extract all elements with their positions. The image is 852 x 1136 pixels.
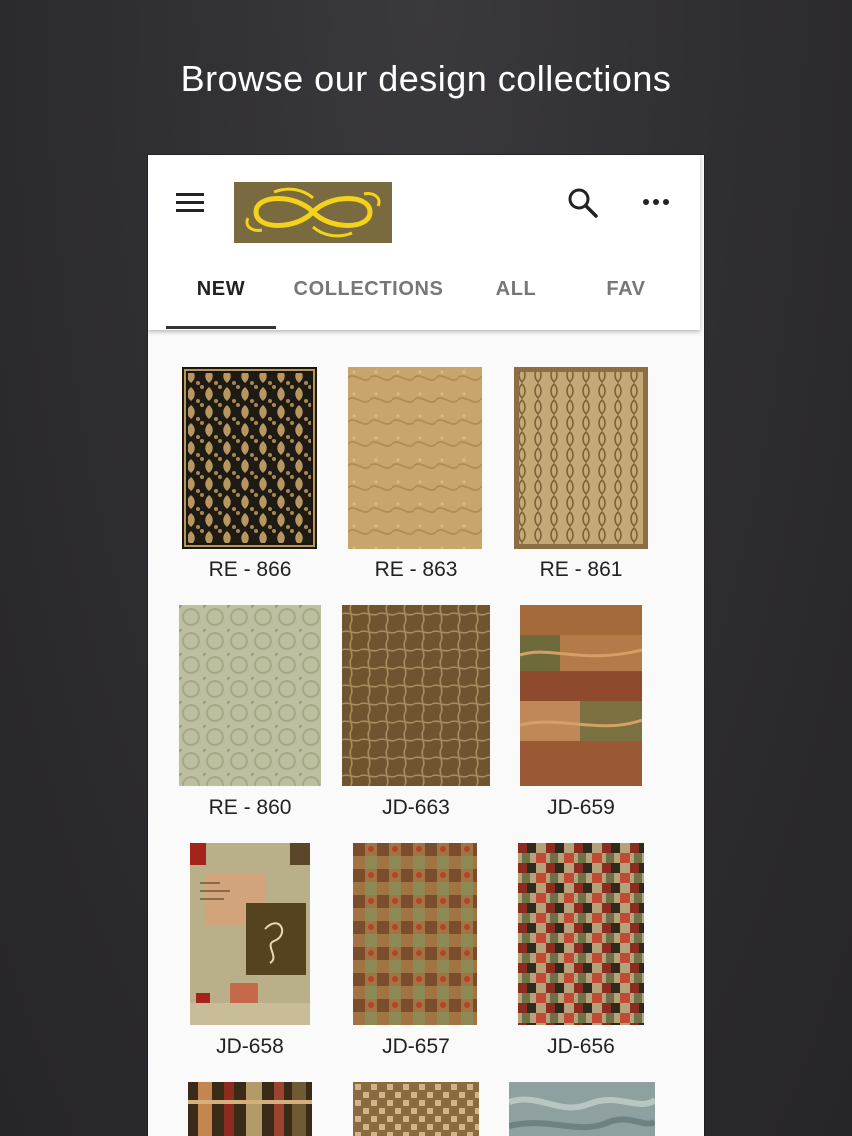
product-code: JD-663	[382, 796, 450, 819]
more-horizontal-icon[interactable]	[640, 186, 672, 218]
product-code: JD-658	[216, 1035, 284, 1058]
product-code: RE - 860	[208, 796, 292, 819]
app-bar: NEW COLLECTIONS ALL FAV	[148, 155, 700, 330]
rug-thumbnail[interactable]	[514, 367, 648, 549]
app-screen: NEW COLLECTIONS ALL FAV RE - 866 RE - 86…	[148, 155, 704, 1136]
rug-thumbnail[interactable]	[182, 367, 317, 549]
hamburger-menu-icon[interactable]	[174, 189, 206, 217]
rug-thumbnail[interactable]	[190, 843, 310, 1025]
rug-thumbnail[interactable]	[518, 843, 644, 1025]
tab-all[interactable]: ALL	[461, 257, 571, 330]
product-code: RE - 863	[374, 558, 458, 581]
product-code: RE - 866	[208, 558, 292, 581]
rug-thumbnail[interactable]	[348, 367, 482, 549]
brand-logo[interactable]	[234, 182, 392, 243]
rug-thumbnail[interactable]	[353, 1082, 479, 1136]
rug-thumbnail[interactable]	[188, 1082, 312, 1136]
rug-thumbnail[interactable]	[520, 605, 642, 786]
tab-collections[interactable]: COLLECTIONS	[286, 257, 451, 330]
rug-thumbnail[interactable]	[509, 1082, 655, 1136]
product-code: RE - 861	[539, 558, 623, 581]
rug-thumbnail[interactable]	[342, 605, 490, 786]
tab-fav[interactable]: FAV	[571, 257, 681, 330]
tab-bar: NEW COLLECTIONS ALL FAV	[166, 257, 704, 330]
product-code: JD-657	[382, 1035, 450, 1058]
search-icon[interactable]	[566, 186, 600, 220]
tab-new[interactable]: NEW	[166, 257, 276, 330]
active-tab-indicator	[166, 326, 276, 329]
rug-thumbnail[interactable]	[179, 605, 321, 786]
rug-thumbnail[interactable]	[353, 843, 477, 1025]
product-code: JD-656	[547, 1035, 615, 1058]
product-code: JD-659	[547, 796, 615, 819]
page-headline: Browse our design collections	[180, 58, 672, 99]
